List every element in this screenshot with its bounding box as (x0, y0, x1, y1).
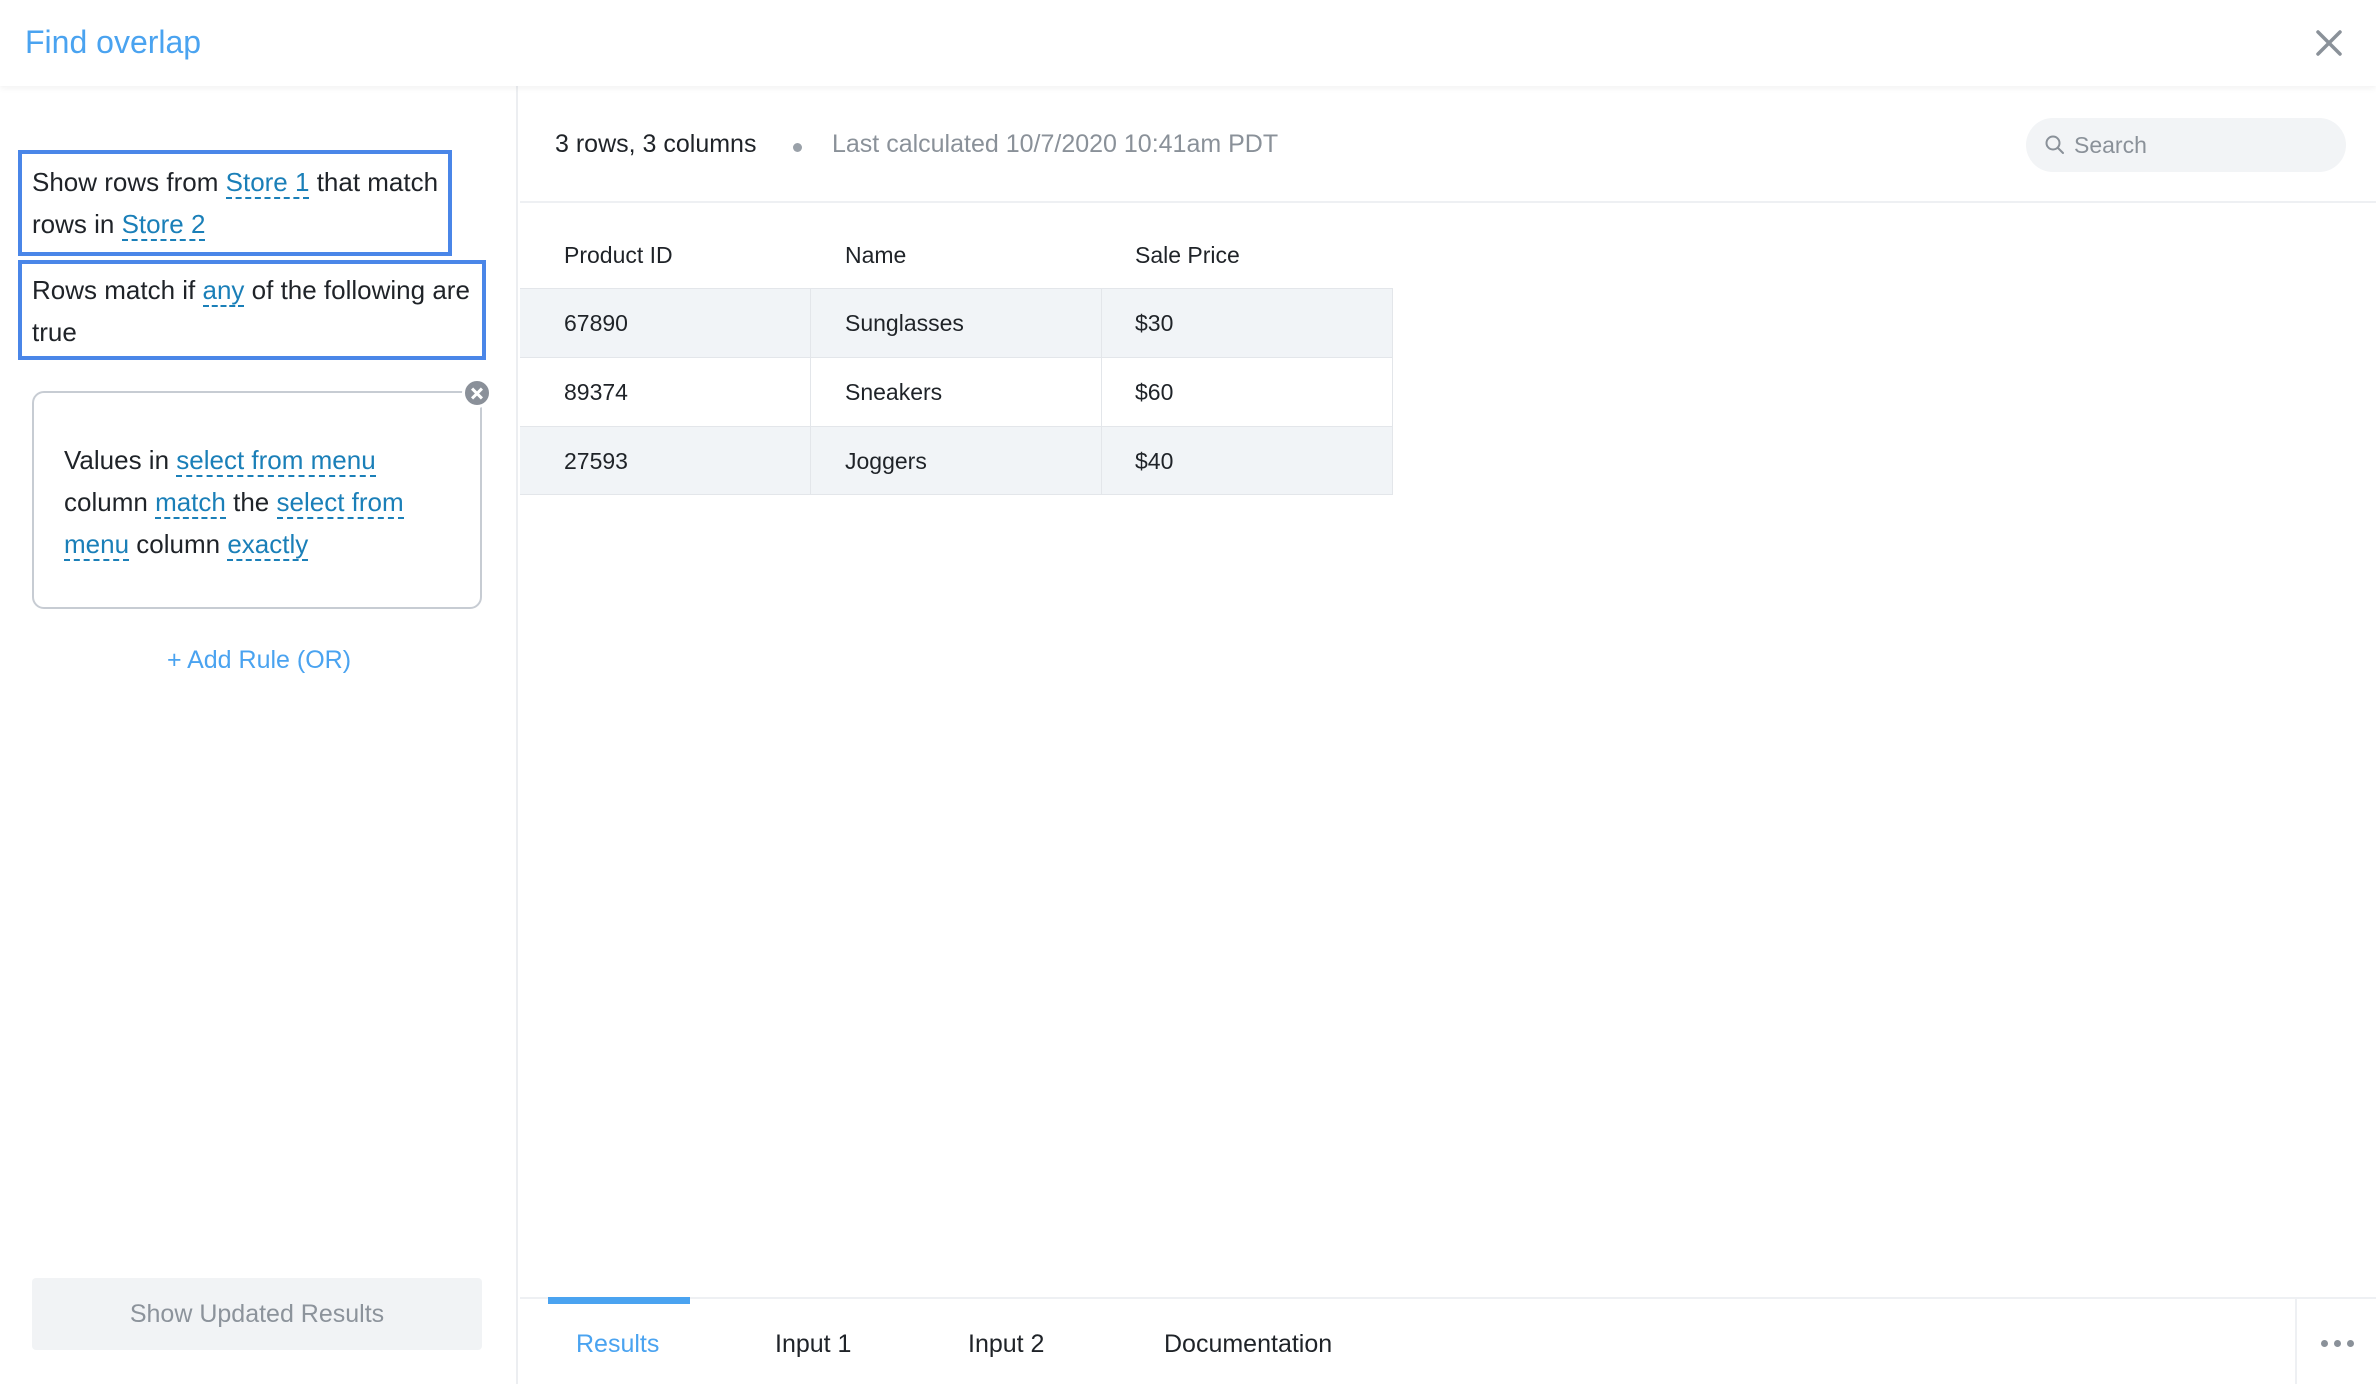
remove-rule-icon[interactable] (462, 378, 492, 408)
table-cell: 67890 (520, 289, 811, 357)
first-column-select[interactable]: select from menu (176, 445, 376, 477)
more-icon (2347, 1340, 2354, 1347)
table-row: 27593 Joggers $40 (520, 426, 1393, 495)
add-rule-button[interactable]: + Add Rule (OR) (0, 646, 518, 675)
page-title: Find overlap (25, 24, 202, 60)
results-panel: 3 rows, 3 columns Last calculated 10/7/2… (520, 86, 2376, 1384)
match-condition-statement: Rows match if any of the following are t… (18, 260, 486, 360)
search-input[interactable] (2074, 118, 2334, 172)
table-row: 67890 Sunglasses $30 (520, 288, 1393, 357)
rule-text: the (233, 487, 270, 517)
row-count: 3 rows, 3 columns (555, 130, 757, 158)
target-table-select[interactable]: Store 2 (121, 209, 206, 241)
rule-text: Values in (64, 445, 170, 475)
tab-label: Documentation (1164, 1330, 1333, 1358)
rule-text: column (64, 487, 148, 517)
table-cell: $60 (1102, 358, 1393, 426)
show-updated-results-button[interactable]: Show Updated Results (32, 1278, 482, 1350)
tab-input-1[interactable]: Input 1 (775, 1299, 851, 1384)
modal-header: Find overlap (0, 0, 2376, 86)
table-cell: $30 (1102, 289, 1393, 357)
table-cell: Sunglasses (811, 289, 1102, 357)
table-row: 89374 Sneakers $60 (520, 357, 1393, 426)
close-icon (2316, 30, 2342, 56)
more-icon (2334, 1340, 2341, 1347)
last-calculated: Last calculated 10/7/2020 10:41am PDT (832, 130, 1279, 158)
match-condition-select[interactable]: any (202, 275, 245, 307)
column-header-product-id[interactable]: Product ID (564, 242, 673, 269)
results-table: Product ID Name Sale Price 67890 Sunglas… (520, 204, 1393, 495)
separator-dot (793, 143, 802, 152)
match-mode-select[interactable]: exactly (227, 529, 309, 561)
column-header-sale-price[interactable]: Sale Price (1135, 242, 1240, 269)
source-statement: Show rows from Store 1 that match rows i… (18, 150, 452, 256)
statement-text: Show rows from (32, 167, 219, 197)
active-tab-indicator (548, 1297, 690, 1304)
source-table-select[interactable]: Store 1 (225, 167, 310, 199)
table-cell: 89374 (520, 358, 811, 426)
tab-results[interactable]: Results (548, 1297, 690, 1384)
tab-label: Input 1 (775, 1330, 852, 1358)
statement-text: Rows match if (32, 275, 196, 305)
operator-select[interactable]: match (155, 487, 226, 519)
search-box[interactable] (2026, 118, 2346, 172)
table-cell: 27593 (520, 427, 811, 494)
column-header-name[interactable]: Name (845, 242, 906, 269)
tab-input-2[interactable]: Input 2 (968, 1299, 1044, 1384)
table-cell: Joggers (811, 427, 1102, 494)
results-toolbar: 3 rows, 3 columns Last calculated 10/7/2… (520, 86, 2376, 203)
tab-documentation[interactable]: Documentation (1164, 1299, 1332, 1384)
table-cell: $40 (1102, 427, 1393, 494)
table-cell: Sneakers (811, 358, 1102, 426)
bottom-tab-bar: Results Input 1 Input 2 Documentation (520, 1297, 2376, 1384)
more-options-button[interactable] (2295, 1299, 2376, 1384)
rule-card: Values in select from menu column match … (32, 391, 482, 609)
close-button[interactable] (2308, 22, 2350, 64)
table-header: Product ID Name Sale Price (520, 204, 1393, 288)
rule-text: column (136, 529, 221, 559)
config-sidebar: Show rows from Store 1 that match rows i… (0, 86, 518, 1384)
search-icon (2045, 135, 2064, 154)
tab-label: Input 2 (968, 1330, 1045, 1358)
tab-label: Results (576, 1330, 660, 1358)
more-icon (2321, 1340, 2328, 1347)
